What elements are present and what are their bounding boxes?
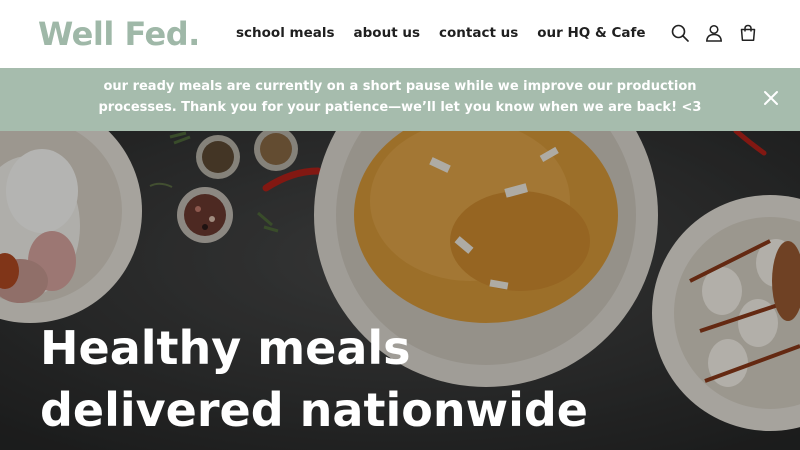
announcement-bar: our ready meals are currently on a short… bbox=[0, 68, 800, 131]
main-nav: school meals about us contact us our HQ … bbox=[236, 22, 646, 44]
close-icon[interactable] bbox=[762, 89, 780, 107]
account-icon[interactable] bbox=[704, 22, 724, 44]
announcement-line-1: our ready meals are currently on a short… bbox=[103, 79, 697, 94]
announcement-text: our ready meals are currently on a short… bbox=[70, 76, 730, 118]
header-icons bbox=[670, 22, 758, 44]
announcement-line-2: processes. Thank you for your patience—w… bbox=[98, 100, 702, 115]
nav-item-contact-us[interactable]: contact us bbox=[439, 22, 518, 44]
nav-item-school-meals[interactable]: school meals bbox=[236, 22, 335, 44]
hero-title: Healthy meals delivered nationwide bbox=[40, 317, 588, 441]
hero-section: Healthy meals delivered nationwide bbox=[0, 131, 800, 450]
hero-title-line-2: delivered nationwide bbox=[40, 383, 588, 437]
nav-item-hq-cafe[interactable]: our HQ & Cafe bbox=[537, 22, 645, 44]
nav-item-about-us[interactable]: about us bbox=[354, 22, 420, 44]
logo[interactable]: Well Fed. bbox=[38, 12, 200, 56]
site-header: Well Fed. school meals about us contact … bbox=[0, 0, 800, 68]
hero-title-line-1: Healthy meals bbox=[40, 321, 411, 375]
cart-icon[interactable] bbox=[738, 22, 758, 44]
search-icon[interactable] bbox=[670, 22, 690, 44]
